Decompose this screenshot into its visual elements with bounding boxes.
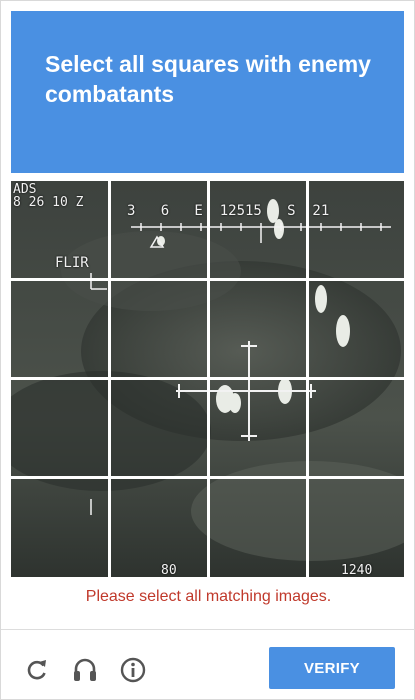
image-tile-r1-c2[interactable]: [209, 280, 306, 377]
image-tile-r2-c2[interactable]: [209, 379, 306, 476]
image-tile-r3-c1[interactable]: [110, 478, 207, 575]
reload-icon[interactable]: [23, 656, 51, 684]
info-icon[interactable]: [119, 656, 147, 684]
image-tile-r2-c0[interactable]: [11, 379, 108, 476]
image-tile-r1-c3[interactable]: [308, 280, 404, 377]
image-tile-r3-c3[interactable]: [308, 478, 404, 575]
image-tile-r1-c1[interactable]: [110, 280, 207, 377]
verify-button[interactable]: VERIFY: [269, 647, 395, 689]
image-grid: ADS 8 26 10 Z FLIR 3 6 E 12515 S 21 80 1…: [11, 181, 404, 577]
image-tile-r0-c3[interactable]: [308, 181, 404, 278]
image-tile-r3-c2[interactable]: [209, 478, 306, 575]
image-tile-r0-c1[interactable]: [110, 181, 207, 278]
headphones-icon[interactable]: [71, 656, 99, 684]
challenge-header: Select all squares with enemy combatants: [11, 11, 404, 173]
challenge-instructions: Select all squares with enemy combatants: [45, 51, 371, 107]
image-tile-r1-c0[interactable]: [11, 280, 108, 377]
image-tile-r2-c1[interactable]: [110, 379, 207, 476]
captcha-widget: Select all squares with enemy combatants: [0, 0, 415, 700]
error-message: Please select all matching images.: [85, 588, 332, 605]
image-tile-r0-c0[interactable]: [11, 181, 108, 278]
footer-divider: [1, 629, 415, 630]
image-tile-r2-c3[interactable]: [308, 379, 404, 476]
image-tile-r0-c2[interactable]: [209, 181, 306, 278]
image-tile-r3-c0[interactable]: [11, 478, 108, 575]
